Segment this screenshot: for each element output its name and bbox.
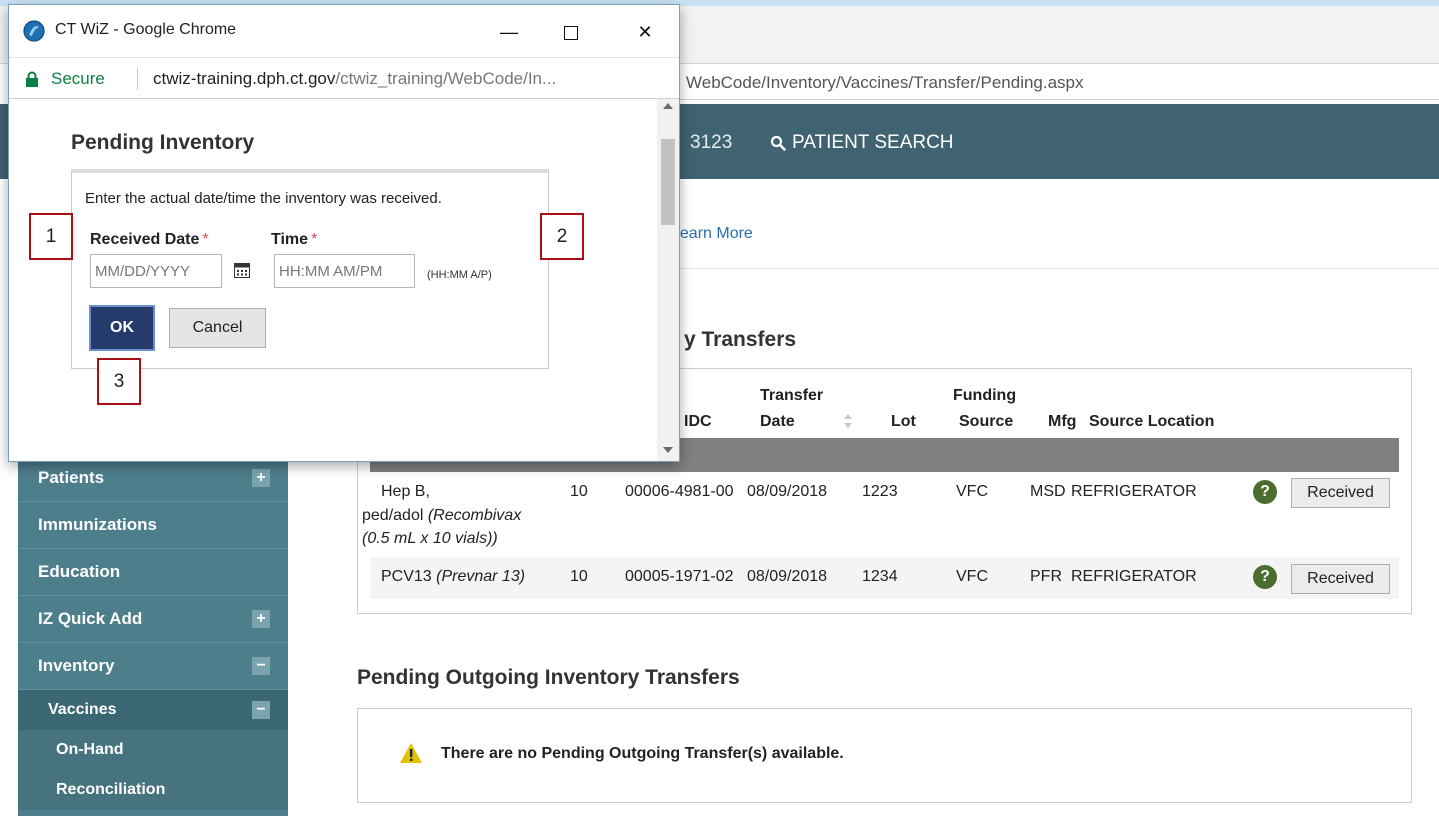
patient-search-link[interactable]: PATIENT SEARCH: [770, 132, 954, 154]
sidebar-item-label: Inventory: [38, 656, 115, 675]
cell-location: REFRIGERATOR: [1071, 568, 1197, 585]
close-button[interactable]: ✕: [623, 15, 667, 49]
cell-lot: 1234: [862, 568, 898, 585]
received-button[interactable]: Received: [1291, 478, 1390, 508]
divider: [137, 68, 138, 90]
maximize-button[interactable]: [549, 15, 593, 49]
maximize-icon: [564, 26, 578, 41]
th-funding: Funding: [953, 387, 1017, 404]
incoming-transfers-title: y Transfers: [684, 328, 797, 351]
warning-icon: [400, 743, 422, 763]
popup-address-bar[interactable]: Secure ctwiz-training.dph.ct.gov/ctwiz_t…: [9, 57, 679, 99]
patient-search-label: PATIENT SEARCH: [792, 132, 954, 153]
lock-icon: [26, 71, 38, 87]
popup-window-title: CT WiZ - Google Chrome: [55, 21, 237, 38]
help-icon[interactable]: ?: [1253, 480, 1277, 504]
cell-location: REFRIGERATOR: [1071, 483, 1197, 500]
callout-3: 3: [97, 358, 141, 405]
cell-vaccine-line3: (0.5 mL x 10 vials)): [362, 530, 498, 547]
cell-ndc: 00006-4981-00: [625, 483, 734, 500]
sidebar-item-patients[interactable]: Patients +: [18, 455, 288, 502]
secure-label: Secure: [51, 69, 105, 88]
outgoing-transfers-title: Pending Outgoing Inventory Transfers: [357, 666, 740, 689]
no-outgoing-message: There are no Pending Outgoing Transfer(s…: [441, 745, 844, 762]
instruction-text: Enter the actual date/time the inventory…: [85, 190, 442, 207]
ctwiz-logo-icon: [23, 20, 45, 42]
minimize-button[interactable]: —: [487, 15, 531, 49]
sidebar-item-label: Immunizations: [38, 515, 158, 534]
th-funding-source: Source: [959, 413, 1014, 430]
expand-icon[interactable]: +: [252, 610, 270, 628]
sidebar-item-iz-quick-add[interactable]: IZ Quick Add +: [18, 596, 288, 643]
th-transfer: Transfer: [760, 387, 824, 404]
cell-date: 08/09/2018: [747, 483, 828, 500]
sort-icon[interactable]: [843, 413, 853, 429]
popup-url: ctwiz-training.dph.ct.gov/ctwiz_training…: [153, 69, 557, 88]
cell-qty: 10: [570, 483, 588, 500]
expand-icon[interactable]: +: [252, 469, 270, 487]
cell-vaccine: PCV13 (Prevnar 13): [381, 568, 526, 585]
background-url-text: WebCode/Inventory/Vaccines/Transfer/Pend…: [686, 73, 1084, 92]
cell-funding: VFC: [956, 483, 988, 500]
popup-scrollbar[interactable]: [657, 99, 679, 461]
calendar-icon[interactable]: [234, 263, 250, 278]
sidebar-item-label: On-Hand: [56, 741, 124, 758]
divider: [676, 268, 1439, 269]
scroll-up-icon[interactable]: [663, 103, 673, 109]
collapse-icon[interactable]: −: [252, 657, 270, 675]
cell-vaccine: Hep B,: [381, 483, 430, 500]
time-label: Time *: [271, 231, 318, 248]
cell-qty: 10: [570, 568, 588, 585]
sidebar-item-label: Vaccines: [48, 701, 117, 718]
header-org-number: 3123: [690, 132, 733, 153]
sidebar-item-inventory[interactable]: Inventory −: [18, 643, 288, 690]
cell-vaccine-line2: ped/adol (Recombivax: [362, 507, 522, 524]
th-transfer-date[interactable]: Date: [760, 413, 795, 431]
learn-more-link[interactable]: Learn More: [676, 225, 753, 243]
received-button[interactable]: Received: [1291, 564, 1390, 594]
cell-lot: 1223: [862, 483, 898, 500]
help-icon[interactable]: ?: [1253, 565, 1277, 589]
th-lot: Lot: [891, 413, 916, 430]
cell-ndc: 00005-1971-02: [625, 568, 734, 585]
cell-funding: VFC: [956, 568, 988, 585]
sidebar-item-vaccines[interactable]: Vaccines −: [18, 690, 288, 730]
sidebar-nav: Patients + Immunizations Education IZ Qu…: [18, 455, 288, 816]
scroll-down-icon[interactable]: [663, 447, 673, 453]
th-source-location: Source Location: [1089, 413, 1215, 430]
time-input[interactable]: [274, 254, 415, 288]
search-icon: [770, 135, 786, 151]
ok-button[interactable]: OK: [89, 305, 155, 351]
callout-1: 1: [29, 213, 73, 260]
sidebar-item-label: Reconciliation: [56, 781, 166, 798]
cancel-button[interactable]: Cancel: [169, 308, 266, 348]
th-mfg: Mfg: [1048, 413, 1077, 430]
sidebar-item-education[interactable]: Education: [18, 549, 288, 596]
collapse-icon[interactable]: −: [252, 701, 270, 719]
sidebar-item-on-hand[interactable]: On-Hand: [18, 730, 288, 770]
sidebar-item-immunizations[interactable]: Immunizations: [18, 502, 288, 549]
cell-mfg: MSD: [1030, 483, 1066, 500]
sidebar-item-reconciliation[interactable]: Reconciliation: [18, 770, 288, 810]
popup-title-bar[interactable]: CT WiZ - Google Chrome — ✕: [9, 5, 679, 57]
cell-mfg: PFR: [1030, 568, 1062, 585]
time-format-hint: (HH:MM A/P): [427, 269, 492, 281]
received-date-input[interactable]: [90, 254, 222, 288]
th-ndc: IDC: [684, 413, 712, 430]
sidebar-item-label: Education: [38, 562, 121, 581]
callout-2: 2: [540, 213, 584, 260]
received-date-label: Received Date *: [90, 231, 209, 248]
sidebar-item-label: IZ Quick Add: [38, 609, 143, 628]
popup-heading: Pending Inventory: [71, 131, 255, 154]
scrollbar-thumb[interactable]: [661, 139, 675, 225]
sidebar-item-label: Patients: [38, 468, 105, 487]
background-address-bar[interactable]: WebCode/Inventory/Vaccines/Transfer/Pend…: [676, 66, 1439, 100]
cell-date: 08/09/2018: [747, 568, 828, 585]
